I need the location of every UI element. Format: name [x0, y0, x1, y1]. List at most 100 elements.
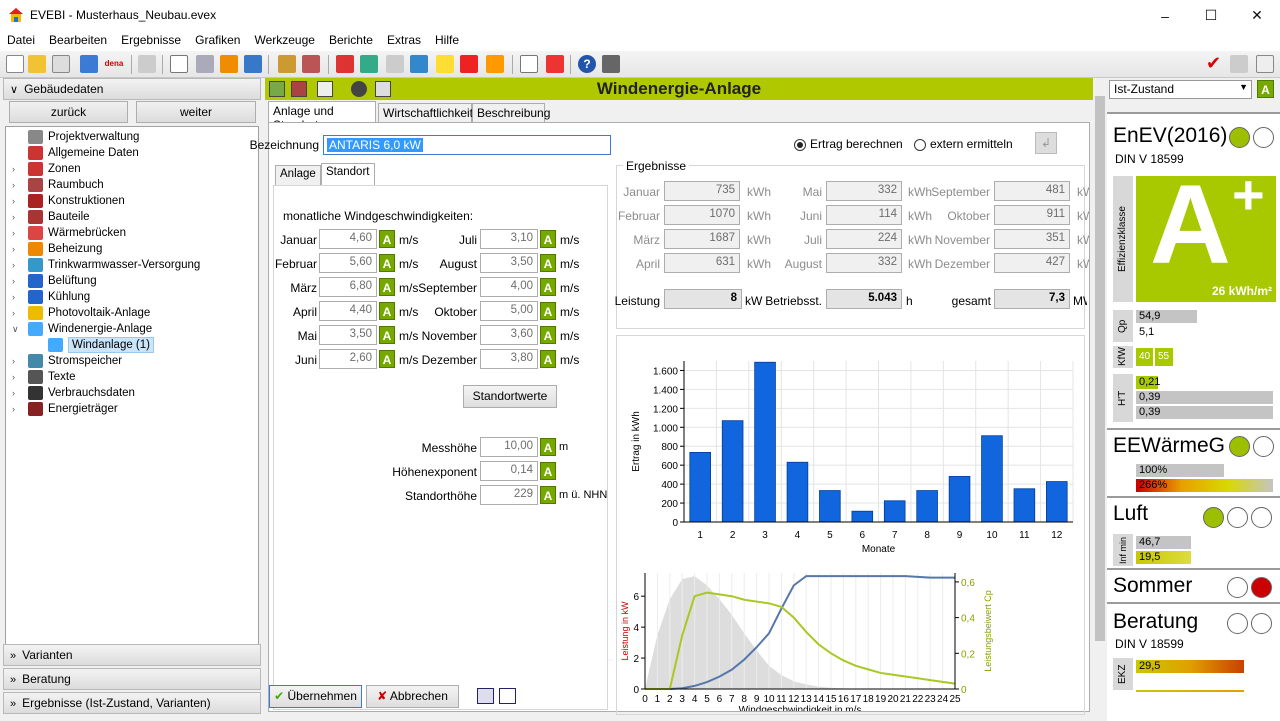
wind-speed-input[interactable]: 3,50 — [319, 325, 377, 345]
scroll-thumb[interactable] — [1095, 96, 1105, 641]
tree-node[interactable]: › Photovoltaik-Anlage — [6, 305, 256, 321]
site-a-button[interactable]: A — [540, 462, 556, 480]
wind-speed-input[interactable]: 4,60 — [319, 229, 377, 249]
wind-speed-input[interactable]: 3,50 — [480, 253, 538, 273]
form-view-icon[interactable] — [477, 688, 494, 704]
new-file-icon[interactable] — [6, 55, 24, 73]
tree-node[interactable]: › Beheizung — [6, 241, 256, 257]
accordion-beratung[interactable]: » Beratung — [3, 668, 261, 690]
wand-icon[interactable] — [138, 55, 156, 73]
accordion-gebaeudedaten[interactable]: ∨ Gebäudedaten — [3, 78, 261, 100]
menu-berichte[interactable]: Berichte — [322, 31, 380, 51]
wind-speed-a-button[interactable]: A — [379, 350, 395, 368]
chevron-right-icon[interactable]: › — [12, 401, 20, 417]
chevron-right-icon[interactable]: › — [12, 353, 20, 369]
wind-speed-input[interactable]: 3,10 — [480, 229, 538, 249]
chevron-right-icon[interactable]: › — [12, 305, 20, 321]
tree-node[interactable]: Windanlage (1) — [26, 337, 276, 353]
tree-node[interactable]: › Belüftung — [6, 273, 256, 289]
site-input[interactable]: 229 — [480, 485, 538, 505]
menu-hilfe[interactable]: Hilfe — [428, 31, 466, 51]
chevron-right-icon[interactable]: › — [12, 161, 20, 177]
chevron-down-icon[interactable]: ∨ — [12, 321, 20, 337]
wind-speed-a-button[interactable]: A — [540, 278, 556, 296]
wind-speed-input[interactable]: 5,60 — [319, 253, 377, 273]
site-input[interactable]: 0,14 — [480, 461, 538, 481]
menu-extras[interactable]: Extras — [380, 31, 428, 51]
tree-node[interactable]: › Verbrauchsdaten — [6, 385, 256, 401]
grid-icon[interactable] — [360, 55, 378, 73]
menu-datei[interactable]: Datei — [0, 31, 42, 51]
radio-calc[interactable] — [794, 139, 806, 151]
list-icon[interactable] — [302, 55, 320, 73]
minimize-button[interactable]: – — [1142, 0, 1188, 31]
wind-speed-input[interactable]: 5,00 — [480, 301, 538, 321]
tab-wirtschaftlichkeit[interactable]: Wirtschaftlichkeit — [378, 103, 473, 123]
tree-node[interactable]: Projektverwaltung — [6, 129, 256, 145]
vertical-scrollbar[interactable] — [1093, 78, 1107, 718]
wind-speed-a-button[interactable]: A — [540, 230, 556, 248]
tree-node[interactable]: ∨ Windenergie-Anlage — [6, 321, 256, 337]
wall-tool-icon[interactable] — [336, 55, 354, 73]
chevron-right-icon[interactable]: › — [12, 225, 20, 241]
report-icon[interactable] — [520, 55, 538, 73]
help-icon[interactable]: ? — [578, 55, 596, 73]
state-dropdown[interactable]: Ist-Zustand ▼ — [1109, 80, 1252, 99]
wind-speed-input[interactable]: 4,40 — [319, 301, 377, 321]
close-button[interactable]: ✕ — [1234, 0, 1280, 31]
external-import-button[interactable]: ↲ — [1035, 132, 1057, 154]
chevron-right-icon[interactable]: › — [12, 177, 20, 193]
tree-node[interactable]: › Wärmebrücken — [6, 225, 256, 241]
tree-node[interactable]: › Kühlung — [6, 289, 256, 305]
chevron-right-icon[interactable]: › — [12, 369, 20, 385]
tree-node[interactable]: › Energieträger — [6, 401, 256, 417]
chevron-right-icon[interactable]: › — [12, 193, 20, 209]
wind-speed-a-button[interactable]: A — [540, 326, 556, 344]
wind-speed-input[interactable]: 2,60 — [319, 349, 377, 369]
designation-input[interactable]: ANTARIS 6,0 kW — [323, 135, 611, 155]
maximize-button[interactable]: ☐ — [1188, 0, 1234, 31]
chevron-right-icon[interactable]: › — [12, 257, 20, 273]
site-a-button[interactable]: A — [540, 486, 556, 504]
accordion-varianten[interactable]: » Varianten — [3, 644, 261, 666]
wind-speed-a-button[interactable]: A — [379, 326, 395, 344]
tree-node[interactable]: › Bauteile — [6, 209, 256, 225]
subtab-standort[interactable]: Standort — [321, 163, 375, 185]
tree-node[interactable]: Allgemeine Daten — [6, 145, 256, 161]
chevron-right-icon[interactable]: › — [12, 289, 20, 305]
check-icon[interactable]: ✔ — [1206, 54, 1224, 73]
menu-grafiken[interactable]: Grafiken — [188, 31, 247, 51]
wind-speed-a-button[interactable]: A — [379, 254, 395, 272]
wind-speed-a-button[interactable]: A — [540, 254, 556, 272]
graph-icon[interactable] — [1256, 55, 1274, 73]
sum-icon[interactable] — [244, 55, 262, 73]
magnifier-icon[interactable] — [386, 55, 404, 73]
dena-icon[interactable]: dena — [102, 55, 126, 73]
wind-speed-a-button[interactable]: A — [379, 230, 395, 248]
tree-node[interactable]: › Trinkwarmwasser-Versorgung — [6, 257, 256, 273]
orange-arrow-icon[interactable] — [220, 55, 238, 73]
tree-node[interactable]: › Zonen — [6, 161, 256, 177]
next-button[interactable]: weiter — [136, 101, 256, 123]
wind-speed-input[interactable]: 4,00 — [480, 277, 538, 297]
house-tool-icon[interactable] — [486, 55, 504, 73]
standortwerte-button[interactable]: Standortwerte — [463, 385, 557, 408]
fan-tool-icon[interactable] — [410, 55, 428, 73]
chevron-right-icon[interactable]: › — [12, 273, 20, 289]
wind-speed-a-button[interactable]: A — [379, 278, 395, 296]
tab-anlage-standort[interactable]: Anlage und Standort — [268, 101, 376, 132]
wind-speed-a-button[interactable]: A — [540, 350, 556, 368]
tree-node[interactable]: › Raumbuch — [6, 177, 256, 193]
radio-ext[interactable] — [914, 139, 926, 151]
wind-speed-a-button[interactable]: A — [540, 302, 556, 320]
back-button[interactable]: zurück — [9, 101, 128, 123]
tab-beschreibung[interactable]: Beschreibung — [472, 103, 550, 123]
subtab-anlage[interactable]: Anlage — [275, 165, 321, 185]
table-view-icon[interactable] — [499, 688, 516, 704]
wind-speed-input[interactable]: 6,80 — [319, 277, 377, 297]
open-folder-icon[interactable] — [28, 55, 46, 73]
tree-node[interactable]: › Texte — [6, 369, 256, 385]
tree-icon[interactable] — [196, 55, 214, 73]
wind-speed-a-button[interactable]: A — [379, 302, 395, 320]
menu-bearbeiten[interactable]: Bearbeiten — [42, 31, 114, 51]
